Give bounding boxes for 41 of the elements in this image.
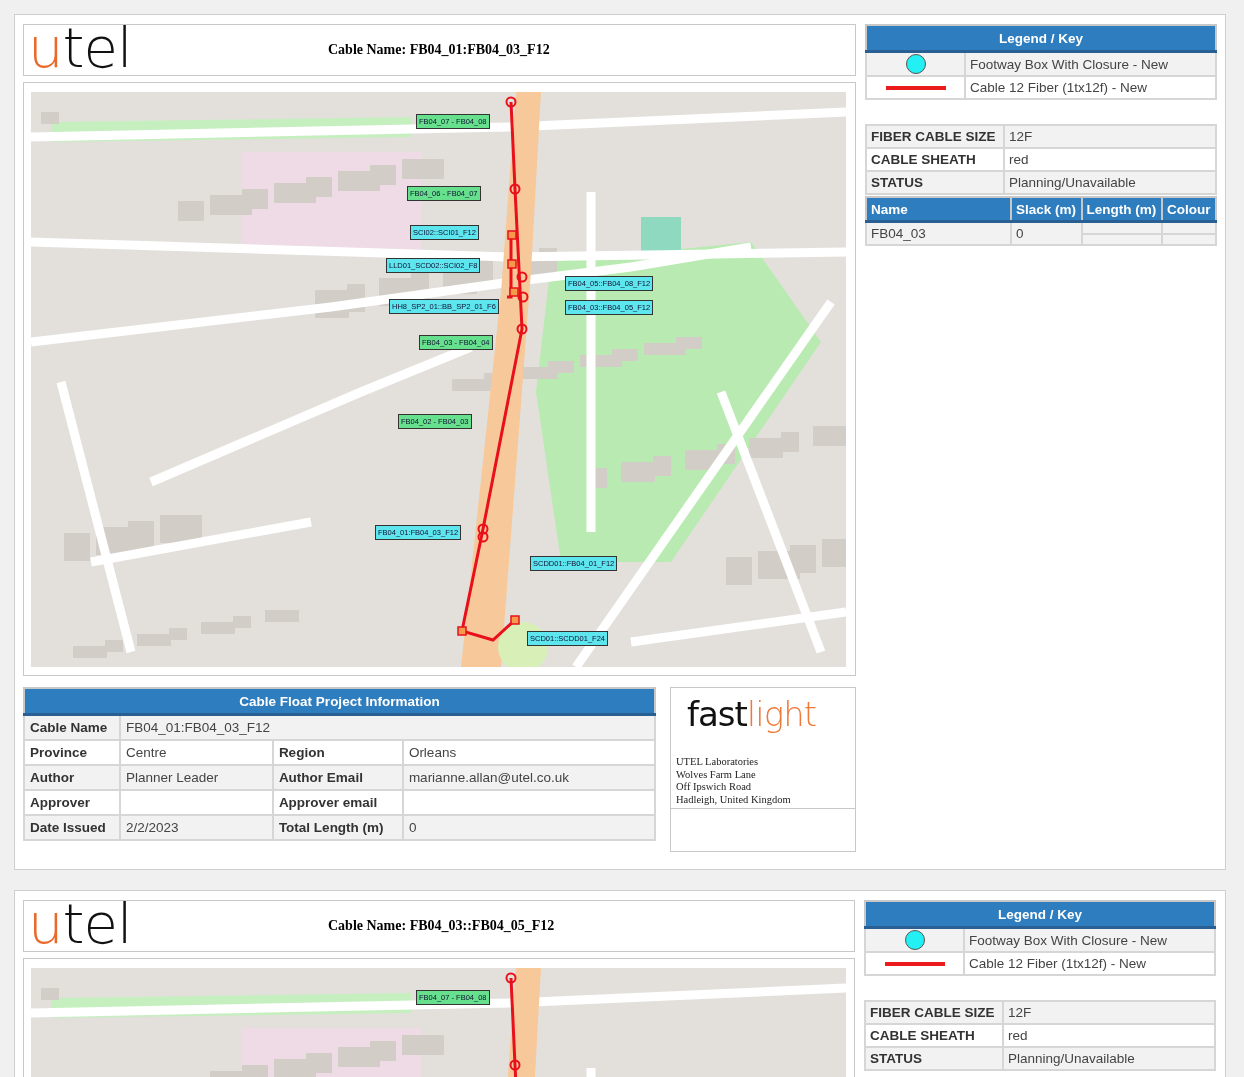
field-value: 2/2/2023 <box>120 815 273 840</box>
table-cell: FB04_03 <box>866 221 1011 245</box>
spec-value: Planning/Unavailable <box>1003 1047 1215 1070</box>
legend-label: Cable 12 Fiber (1tx12f) - New <box>964 952 1215 975</box>
circle-icon <box>903 929 926 951</box>
legend-label: Cable 12 Fiber (1tx12f) - New <box>965 76 1216 99</box>
field-label: Date Issued <box>24 815 120 840</box>
circle-icon <box>904 53 927 75</box>
cable-name-title: Cable Name: FB04_03::FB04_05_F12 <box>328 918 555 934</box>
column-header: Length (m) <box>1081 197 1163 222</box>
legend-label: Footway Box With Closure - New <box>964 927 1215 952</box>
field-value: marianne.allan@utel.co.uk <box>402 765 655 790</box>
field-label: Cable Name <box>24 714 120 740</box>
spec-label: FIBER CABLE SIZE <box>865 1001 1003 1024</box>
address-line: Hadleigh, United Kingdom <box>676 793 792 806</box>
field-value: Planner Leader <box>120 765 273 790</box>
utel-logo: utel <box>28 20 133 76</box>
legend-label: Footway Box With Closure - New <box>965 51 1216 76</box>
field-value: 0 <box>402 815 655 840</box>
address-line: Off Ipswich Road <box>676 781 753 794</box>
field-label: Author <box>24 765 120 790</box>
cable-name-title: Cable Name: FB04_01:FB04_03_F12 <box>328 42 550 58</box>
table-title: Cable Float Project Information <box>24 688 655 715</box>
spec-value: 12F <box>1004 125 1216 148</box>
column-header: Colour <box>1162 197 1216 222</box>
spec-label: FIBER CABLE SIZE <box>866 125 1004 148</box>
column-header: Slack (m) <box>1011 197 1082 222</box>
field-value: FB04_01:FB04_03_F12 <box>120 714 655 740</box>
spec-label: STATUS <box>866 171 1004 194</box>
field-label: Author Email <box>272 765 403 790</box>
table-title: Legend / Key <box>865 901 1215 928</box>
utel-logo: utel <box>28 896 133 952</box>
address-line: Wolves Farm Lane <box>676 768 757 781</box>
address-line: UTEL Laboratories <box>676 756 760 769</box>
spec-value: 12F <box>1003 1001 1215 1024</box>
spec-value: Planning/Unavailable <box>1004 171 1216 194</box>
column-header: Name <box>866 197 1011 222</box>
field-label: Total Length (m) <box>272 815 403 840</box>
spec-label: STATUS <box>865 1047 1003 1070</box>
fastlight-logo: fastlight <box>687 694 818 734</box>
table-title: Legend / Key <box>866 25 1216 52</box>
